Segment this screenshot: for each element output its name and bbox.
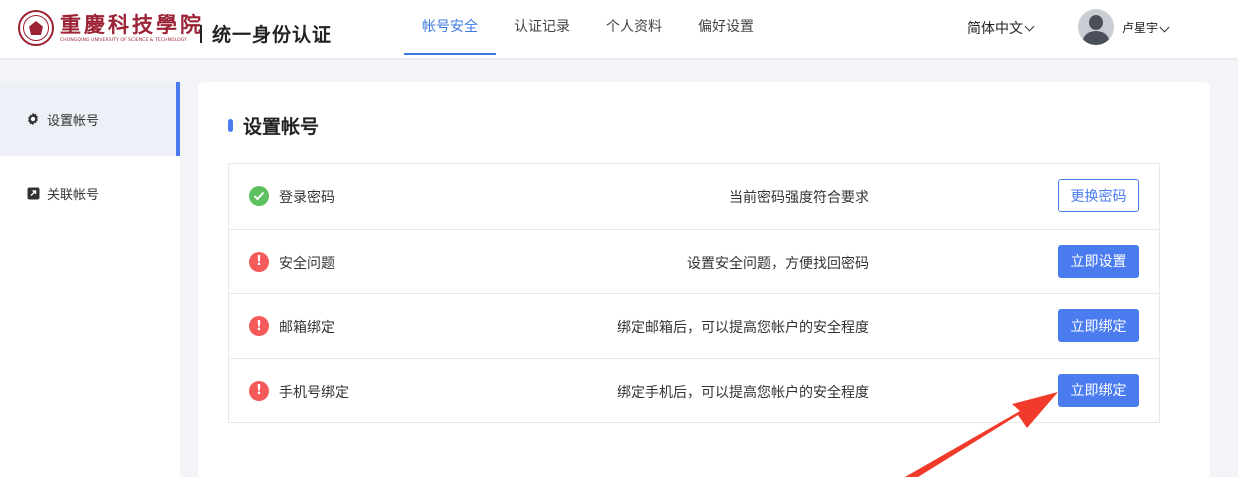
gear-icon	[26, 112, 40, 126]
row-label: 邮箱绑定	[279, 320, 335, 336]
chevron-down-icon	[1024, 21, 1035, 32]
university-logo[interactable]: 重慶科技學院 CHONGQING UNIVERSITY OF SCIENCE &…	[18, 6, 204, 50]
bind-phone-button[interactable]: 立即绑定	[1058, 373, 1139, 407]
list-item: ! 邮箱绑定 绑定邮箱后，可以提高您帐户的安全程度 立即绑定	[229, 293, 1159, 358]
university-seal-icon	[18, 10, 54, 46]
nav-preferences[interactable]: 偏好设置	[680, 0, 772, 58]
page-title: 设置帐号	[228, 112, 319, 139]
row-label: 安全问题	[279, 255, 335, 272]
row-description: 绑定邮箱后，可以提高您帐户的安全程度	[617, 320, 869, 336]
logo-english-name: CHONGQING UNIVERSITY OF SCIENCE & TECHNO…	[60, 38, 187, 43]
exclamation-circle-icon: !	[249, 380, 269, 401]
row-description: 设置安全问题，方便找回密码	[687, 255, 869, 272]
bind-email-button[interactable]: 立即绑定	[1058, 309, 1139, 342]
top-header: 重慶科技學院 CHONGQING UNIVERSITY OF SCIENCE &…	[0, 0, 1238, 58]
change-password-button[interactable]: 更换密码	[1058, 179, 1139, 212]
list-item: 登录密码 当前密码强度符合要求 更换密码	[229, 164, 1159, 229]
exclamation-circle-icon: !	[249, 316, 269, 336]
sidebar-item-linked-accounts[interactable]: 关联帐号	[0, 156, 180, 230]
list-item: ! 手机号绑定 绑定手机后，可以提高您帐户的安全程度 立即绑定	[229, 357, 1159, 423]
row-description: 绑定手机后，可以提高您帐户的安全程度	[617, 384, 869, 401]
sidebar-item-label: 关联帐号	[47, 187, 100, 203]
account-settings-panel: 设置帐号 登录密码 当前密码强度符合要求 更换密码 ! 安全问题 设置安全问题，…	[198, 82, 1210, 477]
link-icon	[26, 186, 40, 200]
set-security-question-button[interactable]: 立即设置	[1058, 244, 1139, 278]
exclamation-circle-icon: !	[249, 251, 269, 272]
language-selector[interactable]: 简体中文	[967, 18, 1035, 38]
logo-chinese-name: 重慶科技學院	[60, 12, 204, 37]
security-settings-list: 登录密码 当前密码强度符合要求 更换密码 ! 安全问题 设置安全问题，方便找回密…	[228, 163, 1160, 423]
nav-auth-records[interactable]: 认证记录	[496, 0, 588, 58]
check-circle-icon	[249, 186, 269, 206]
nav-profile[interactable]: 个人资料	[588, 0, 680, 58]
top-nav: 帐号安全 认证记录 个人资料 偏好设置	[404, 0, 772, 58]
list-item: ! 安全问题 设置安全问题，方便找回密码 立即设置	[229, 228, 1159, 294]
sidebar: 设置帐号 关联帐号	[0, 82, 180, 477]
row-description: 当前密码强度符合要求	[729, 190, 869, 206]
row-label: 手机号绑定	[279, 384, 349, 401]
row-label: 登录密码	[279, 190, 335, 206]
sidebar-item-label: 设置帐号	[47, 113, 100, 129]
avatar	[1078, 9, 1114, 45]
sidebar-item-account-settings[interactable]: 设置帐号	[0, 82, 180, 156]
nav-account-security[interactable]: 帐号安全	[404, 0, 496, 58]
user-name: 卢星宇	[1122, 20, 1159, 35]
system-title: 统一身份认证	[200, 20, 332, 47]
chevron-down-icon	[1159, 22, 1170, 32]
language-label: 简体中文	[967, 21, 1023, 37]
user-menu[interactable]: 卢星宇	[1078, 9, 1170, 45]
